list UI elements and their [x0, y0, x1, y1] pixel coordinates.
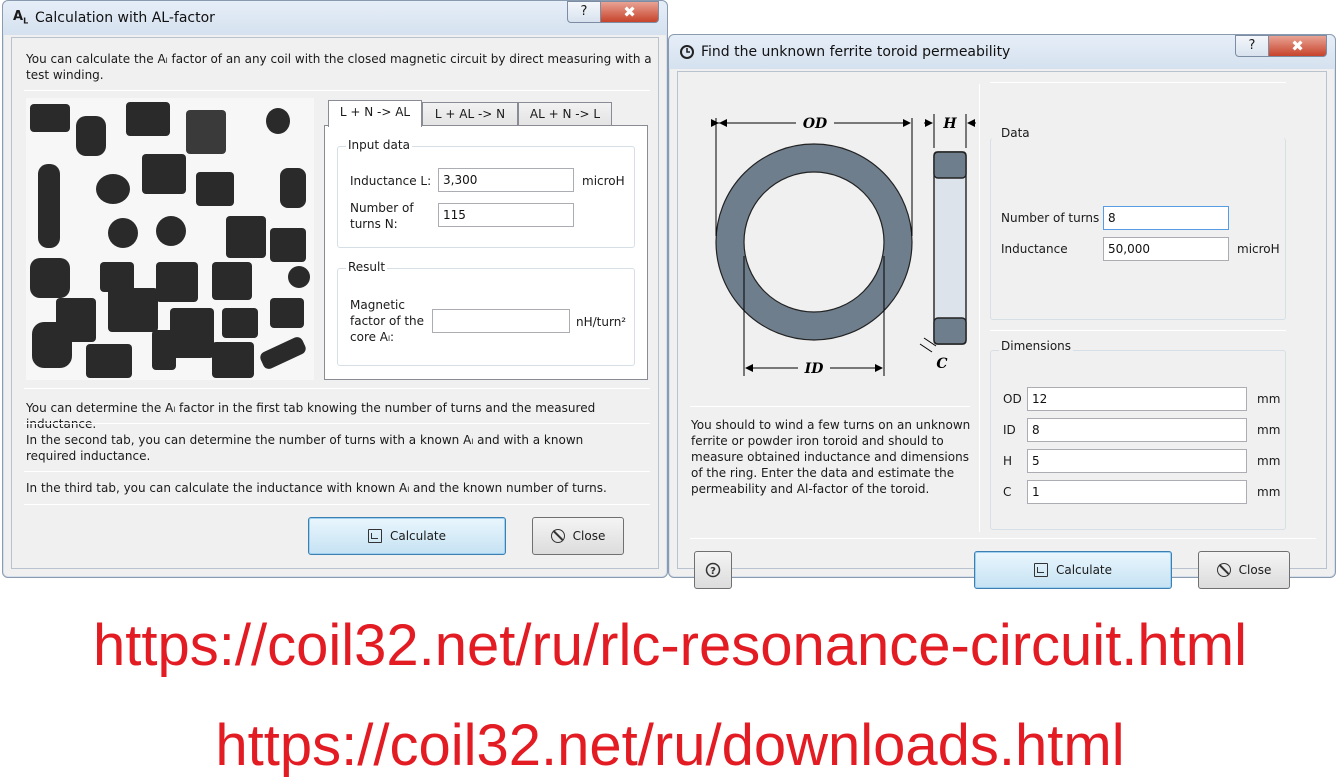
input-data-group: Input data Inductance L: microH Number o… — [337, 138, 635, 248]
tab-page: Input data Inductance L: microH Number o… — [324, 125, 648, 380]
clock-icon — [679, 44, 695, 64]
al-factor-window: AL Calculation with AL-factor ? ✖ You ca… — [2, 0, 668, 578]
help-button[interactable]: ? — [567, 1, 601, 23]
toroid-titlebar[interactable]: Find the unknown ferrite toroid permeabi… — [669, 35, 1335, 69]
note-second-tab: In the second tab, you can determine the… — [26, 433, 584, 463]
window-title: Calculation with AL-factor — [35, 10, 215, 26]
url-rlc-resonance[interactable]: https://coil32.net/ru/rlc-resonance-circ… — [0, 612, 1340, 679]
inductance-unit: microH — [1237, 242, 1280, 256]
inductance-input[interactable] — [1103, 237, 1229, 261]
tab-l-n-al[interactable]: L + N -> AL — [328, 100, 422, 127]
calculate-button[interactable]: Calculate — [308, 517, 506, 555]
h-unit: mm — [1257, 454, 1281, 468]
window-close-button[interactable]: ✖ — [601, 1, 659, 23]
od-input[interactable] — [1027, 387, 1247, 411]
inductance-unit: microH — [582, 174, 625, 188]
note-first-tab: You can determine the Aₗ factor in the f… — [26, 401, 596, 431]
factor-label: Magnetic factor of the core Aₗ: — [350, 298, 425, 344]
od-label: OD — [803, 116, 828, 132]
result-group: Result Magnetic factor of the core Aₗ: n… — [337, 260, 635, 366]
turns-input[interactable] — [438, 203, 574, 227]
h-field-label: H — [1003, 454, 1013, 468]
window-title: Find the unknown ferrite toroid permeabi… — [701, 44, 1011, 60]
data-group: Data Number of turns Inductance microH — [990, 126, 1286, 320]
tab-l-al-n[interactable]: L + AL -> N — [422, 102, 518, 126]
close-button[interactable]: Close — [1198, 551, 1290, 589]
close-circle-icon — [550, 529, 565, 543]
id-unit: mm — [1257, 423, 1281, 437]
turns-label: Number of turns N: — [350, 201, 414, 231]
inductance-label: Inductance L: — [350, 174, 432, 188]
close-button[interactable]: Close — [532, 517, 624, 555]
turns-input[interactable] — [1103, 206, 1229, 230]
dimensions-group: Dimensions OD mm ID mm H mm C mm — [990, 339, 1286, 530]
al-factor-client-area: You can calculate the Aₗ factor of an an… — [11, 37, 659, 569]
calculate-icon — [367, 529, 382, 543]
al-factor-app-icon: AL — [13, 9, 29, 26]
factor-output[interactable] — [432, 309, 570, 333]
result-title: Result — [346, 260, 388, 274]
window-close-button[interactable]: ✖ — [1269, 35, 1327, 57]
id-field-label: ID — [1003, 423, 1016, 437]
h-label: H — [942, 116, 957, 132]
id-input[interactable] — [1027, 418, 1247, 442]
turns-label: Number of turns — [1001, 211, 1100, 225]
intro-text: You can calculate the Aₗ factor of an an… — [26, 52, 652, 82]
toroid-drawing: OD ID H C — [711, 114, 976, 376]
toroid-permeability-window: Find the unknown ferrite toroid permeabi… — [668, 34, 1336, 589]
close-circle-icon — [1216, 563, 1231, 577]
ferrite-cores-image — [26, 98, 314, 380]
inductance-input[interactable] — [438, 168, 574, 192]
url-downloads[interactable]: https://coil32.net/ru/downloads.html — [0, 712, 1340, 779]
calculate-button[interactable]: Calculate — [974, 551, 1172, 589]
id-label: ID — [804, 361, 825, 376]
c-unit: mm — [1257, 485, 1281, 499]
help-circle-icon: ? — [705, 562, 721, 578]
note-third-tab: In the third tab, you can calculate the … — [26, 481, 607, 495]
dimensions-title: Dimensions — [999, 339, 1074, 353]
help-circle-button[interactable]: ? — [694, 551, 732, 589]
al-factor-titlebar[interactable]: AL Calculation with AL-factor ? ✖ — [3, 1, 667, 35]
svg-text:?: ? — [710, 566, 716, 577]
help-button[interactable]: ? — [1235, 35, 1269, 57]
toroid-client-area: OD ID H C You should to wind a few turns… — [677, 71, 1327, 589]
od-field-label: OD — [1003, 392, 1022, 406]
tab-al-n-l[interactable]: AL + N -> L — [518, 102, 612, 126]
od-unit: mm — [1257, 392, 1281, 406]
c-field-label: C — [1003, 485, 1012, 499]
h-input[interactable] — [1027, 449, 1247, 473]
c-label: C — [936, 356, 947, 372]
description-text: You should to wind a few turns on an unk… — [691, 418, 971, 496]
data-title: Data — [999, 126, 1032, 140]
calculate-icon — [1033, 563, 1048, 577]
factor-unit: nH/turn² — [576, 315, 627, 329]
inductance-label: Inductance — [1001, 242, 1068, 256]
c-input[interactable] — [1027, 480, 1247, 504]
input-data-title: Input data — [346, 138, 412, 152]
